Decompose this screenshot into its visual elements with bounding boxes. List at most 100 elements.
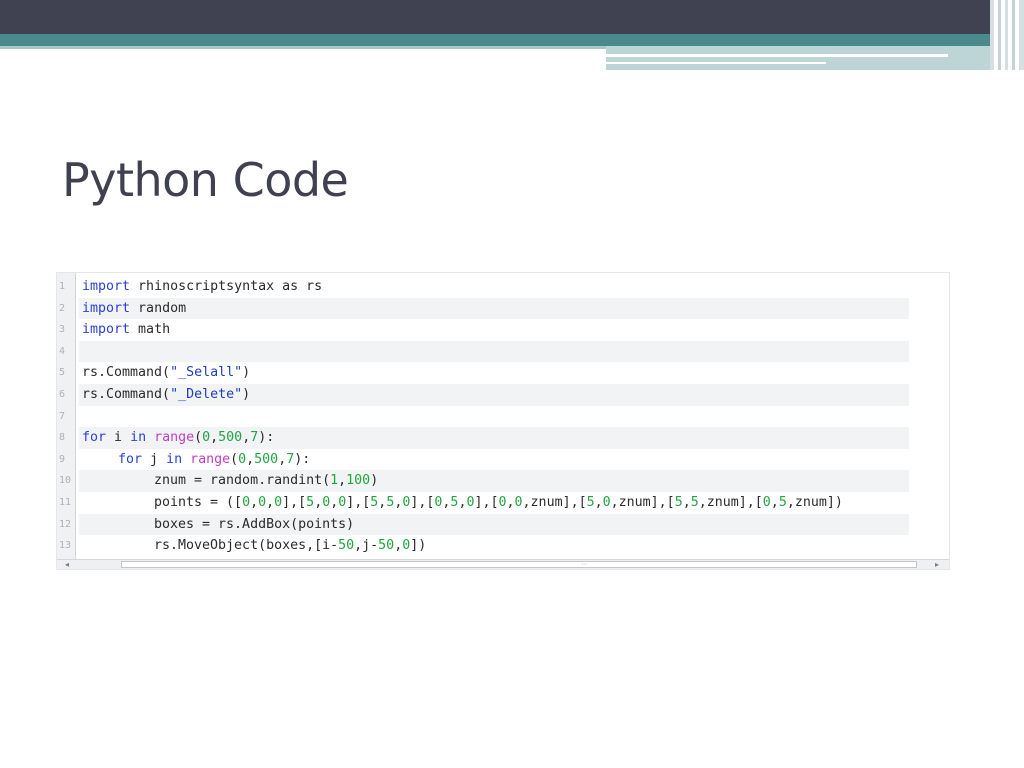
code-line: 2 import random [57,297,949,320]
line-number: 10 [59,475,72,487]
number-token: 5 [778,494,787,510]
horizontal-scrollbar[interactable]: ◂ ⋯ ▸ [57,559,949,569]
header-right-block [606,46,1024,70]
scrollbar-grip-icon: ⋯ [581,561,587,568]
code-token: ,znum],[ [610,494,675,510]
number-token: 5 [306,494,315,510]
number-token: 5 [586,494,595,510]
code-token: ) [370,473,379,489]
code-line: 11 points = ([0,0,0],[5,0,0],[5,5,0],[0,5… [57,492,949,514]
keyword-token: in [166,451,183,467]
scrollbar-thumb[interactable]: ⋯ [121,561,917,568]
code-token: ,j- [354,538,379,554]
code-token: ) [242,365,251,381]
header-right-line-short [606,62,826,64]
number-token: 0 [242,494,251,510]
header-accent-line [0,46,608,49]
number-token: 0 [602,494,611,510]
code-line: 6 rs.Command("_Delete") [57,383,949,406]
header-band [0,0,1024,34]
code-token: , [210,430,219,446]
builtin-token: range [190,451,231,467]
string-token: "_Selall" [170,365,243,381]
code-token: ]) [410,538,427,554]
code-token: , [338,473,347,489]
code-token: , [266,494,275,510]
code-token: ( [194,430,203,446]
code-token: rs.Command( [82,386,171,402]
code-line: 5 rs.Command("_Selall") [57,362,949,384]
number-token: 5 [690,494,699,510]
code-token: rs.Command( [82,365,171,381]
scroll-right-arrow-icon[interactable]: ▸ [935,560,939,569]
code-token: math [130,322,171,338]
line-number: 13 [59,540,72,552]
line-number: 2 [59,302,66,314]
code-text: for i in range(0,500,7): [82,427,274,449]
keyword-token: import [82,300,131,316]
number-token: 0 [202,430,211,446]
code-token: , [770,494,779,510]
code-token: rhinoscriptsyntax as rs [130,279,323,294]
number-token: 0 [498,494,507,510]
header-right-line [606,54,948,57]
code-line: 8 for i in range(0,500,7): [57,427,949,449]
number-token: 500 [218,430,243,446]
line-number: 12 [59,518,72,530]
code-editor-screenshot: 1 import rhinoscriptsyntax as rs 2 import r… [56,272,950,570]
builtin-token: range [154,430,195,446]
line-number: 9 [59,453,66,465]
code-token: ) [242,386,251,402]
header-accent-band [0,34,1024,46]
scroll-left-arrow-icon[interactable]: ◂ [65,560,69,569]
code-token: i [106,430,131,446]
code-text: import rhinoscriptsyntax as rs [82,276,322,298]
code-text: rs.MoveObject(boxes,[i-50,j-50,0]) [154,535,426,557]
keyword-token: import [82,279,131,294]
number-token: 0 [238,451,247,467]
code-line: 3 import math [57,319,949,341]
code-token: , [246,451,255,467]
code-token: , [594,494,603,510]
number-token: 50 [338,538,355,554]
keyword-token: for [82,430,107,446]
code-line: 1 import rhinoscriptsyntax as rs [57,276,949,298]
code-text: rs.Command("_Delete") [82,384,250,406]
code-token: ,znum],[ [522,494,587,510]
code-text: for j in range(0,500,7): [118,449,310,471]
number-token: 1 [330,473,339,489]
slide-title: Python Code [62,153,349,207]
code-token: j [142,451,167,467]
code-text: znum = random.randint(1,100) [154,470,378,492]
line-number: 1 [59,281,66,292]
string-token: "_Delete" [170,386,243,402]
code-token: , [394,538,403,554]
code-token: ): [258,430,275,446]
code-line: 9 for j in range(0,500,7): [57,449,949,471]
header-stripes-decoration [990,0,1024,70]
line-number: 5 [59,367,66,379]
code-token: znum = random.randint( [154,473,331,489]
line-number: 3 [59,324,66,336]
code-token: , [506,494,515,510]
code-token: ( [230,451,239,467]
code-token: ],[ [282,494,307,510]
code-token: , [682,494,691,510]
code-token: rs.MoveObject(boxes,[i- [154,538,339,554]
line-number: 11 [59,496,72,508]
number-token: 500 [254,451,279,467]
code-token: , [314,494,323,510]
code-token: ,znum]) [786,494,843,510]
code-line: 4 [57,340,949,363]
number-token: 0 [274,494,283,510]
line-number: 7 [59,410,66,422]
code-text: points = ([0,0,0],[5,0,0],[5,5,0],[0,5,0… [154,492,843,514]
code-line: 13 rs.MoveObject(boxes,[i-50,j-50,0]) [57,535,949,557]
code-token: ],[ [474,494,499,510]
number-token: 50 [378,538,395,554]
line-number: 4 [59,345,66,357]
code-token: random [130,300,187,316]
number-token: 0 [258,494,267,510]
